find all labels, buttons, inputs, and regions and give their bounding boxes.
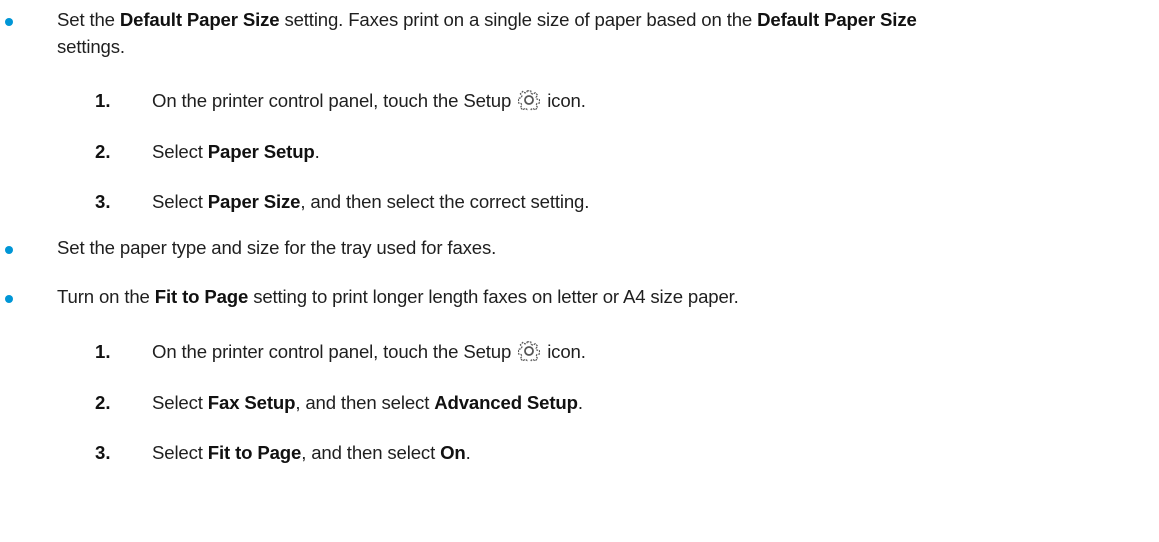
- step-number: 2.: [95, 141, 111, 162]
- step-number: 3.: [95, 442, 111, 463]
- text: On the printer control panel, touch the …: [152, 341, 517, 362]
- text: setting. Faxes print on a single size of…: [279, 9, 758, 30]
- bullet-dot: [5, 18, 13, 26]
- step-text: On the printer control panel, touch the …: [152, 87, 586, 118]
- bullet-text: Set the paper type and size for the tray…: [57, 237, 497, 258]
- bold-term: On: [440, 442, 466, 463]
- text: Set the: [57, 9, 120, 30]
- step-text: Select Paper Size, and then select the c…: [152, 188, 589, 215]
- bold-term: Paper Size: [207, 191, 301, 212]
- text: , and then select: [301, 442, 441, 463]
- text: , and then select: [295, 392, 435, 413]
- bold-term: Paper Setup: [207, 141, 315, 162]
- text: icon.: [542, 341, 586, 362]
- text: Select: [152, 442, 208, 463]
- bold-term: Fax Setup: [207, 392, 296, 413]
- bold-term: Default Paper Size: [119, 9, 280, 30]
- bullet-text: Set the Default Paper Size setting. Faxe…: [57, 6, 1153, 60]
- text: On the printer control panel, touch the …: [152, 90, 517, 111]
- text: .: [314, 141, 320, 162]
- gear-icon: [518, 89, 541, 118]
- text: icon.: [542, 90, 586, 111]
- bold-term: Advanced Setup: [434, 392, 578, 413]
- step-number: 3.: [95, 191, 111, 212]
- step-number: 1.: [95, 90, 111, 111]
- step-text: Select Paper Setup.: [152, 138, 320, 165]
- text: .: [465, 442, 471, 463]
- text: Turn on the: [57, 286, 155, 307]
- step-number: 1.: [95, 341, 111, 362]
- bullet-dot: [5, 295, 13, 303]
- document-page: Set the Default Paper Size setting. Faxe…: [0, 0, 1159, 542]
- step-text: Select Fax Setup, and then select Advanc…: [152, 389, 583, 416]
- bullet-dot: [5, 246, 13, 254]
- text: Select: [152, 392, 208, 413]
- text: Select: [152, 191, 208, 212]
- text: , and then select the correct setting.: [300, 191, 590, 212]
- text: Select: [152, 141, 208, 162]
- text: .: [577, 392, 583, 413]
- step-text: Select Fit to Page, and then select On.: [152, 439, 471, 466]
- gear-icon: [518, 340, 541, 369]
- bold-term: Fit to Page: [207, 442, 302, 463]
- bold-term: Default Paper Size: [757, 9, 917, 30]
- text: setting to print longer length faxes on …: [248, 286, 739, 307]
- text: settings.: [57, 36, 125, 57]
- bullet-text: Turn on the Fit to Page setting to print…: [57, 283, 1153, 310]
- bold-term: Fit to Page: [154, 286, 249, 307]
- step-text: On the printer control panel, touch the …: [152, 338, 586, 369]
- step-number: 2.: [95, 392, 111, 413]
